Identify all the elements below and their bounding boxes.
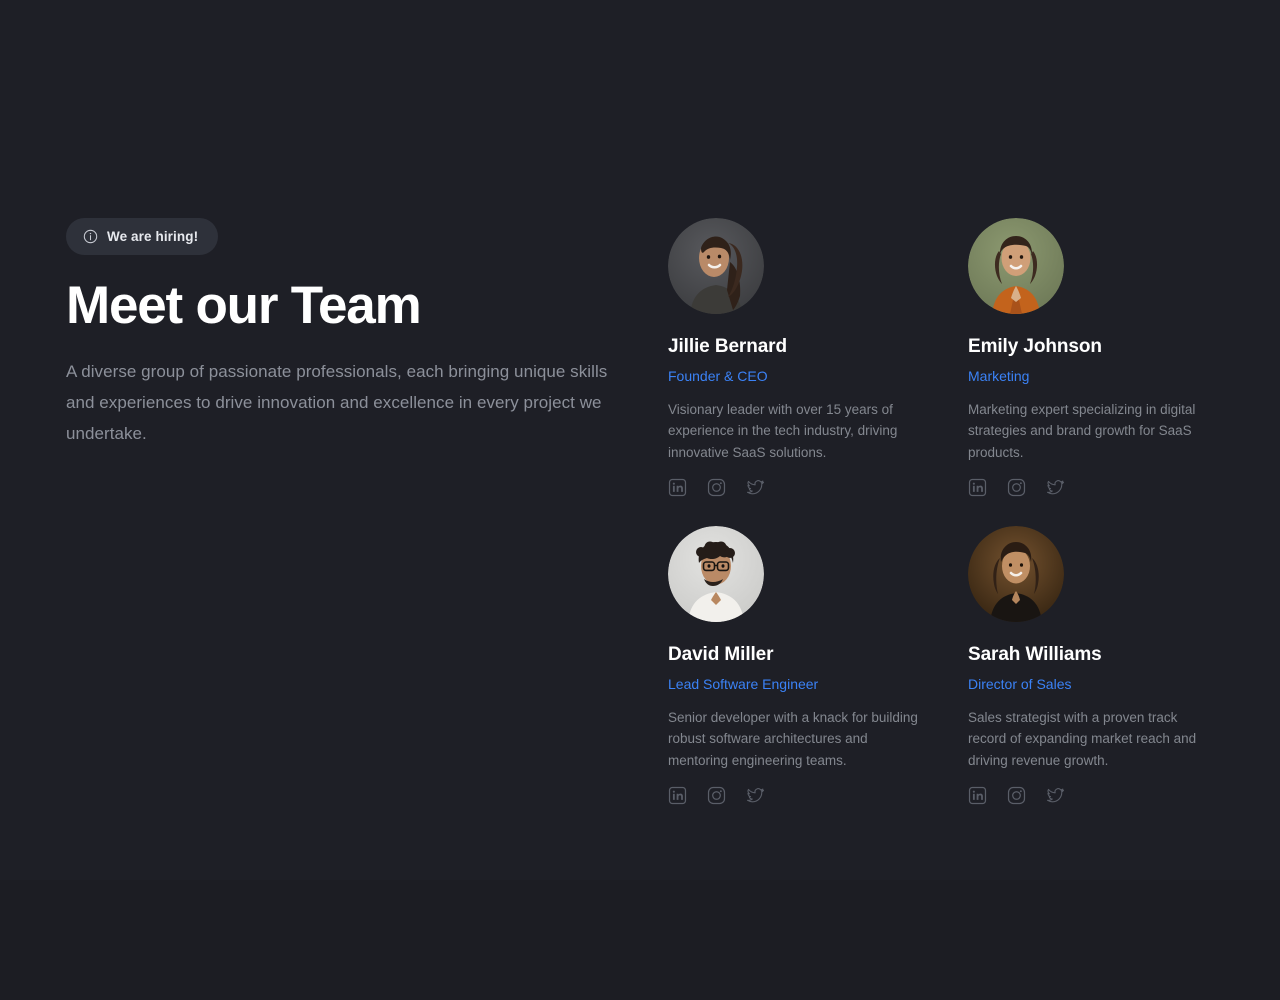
member-social-links xyxy=(668,786,915,805)
team-member-card: Sarah Williams Director of Sales Sales s… xyxy=(968,526,1215,834)
team-member-card: Jillie Bernard Founder & CEO Visionary l… xyxy=(668,218,915,526)
member-bio: Marketing expert specializing in digital… xyxy=(968,401,1196,460)
member-name: Emily Johnson xyxy=(968,336,1102,357)
intro-description: A diverse group of passionate profession… xyxy=(66,362,608,444)
member-role: Lead Software Engineer xyxy=(668,675,819,692)
member-social-links xyxy=(968,786,1215,805)
hiring-badge-label: We are hiring! xyxy=(107,229,199,244)
team-members-grid: Jillie Bernard Founder & CEO Visionary l… xyxy=(668,218,1228,834)
member-role: Founder & CEO xyxy=(668,367,768,384)
team-member-card: Emily Johnson Marketing Marketing expert… xyxy=(968,218,1215,526)
member-name: Sarah Williams xyxy=(968,644,1102,665)
hiring-badge[interactable]: We are hiring! xyxy=(66,218,219,255)
info-circle-icon xyxy=(83,229,98,244)
member-role: Marketing xyxy=(968,367,1030,384)
member-bio: Sales strategist with a proven track rec… xyxy=(968,709,1197,768)
member-social-links xyxy=(968,478,1215,497)
member-role: Director of Sales xyxy=(968,675,1072,692)
linkedin-icon[interactable] xyxy=(968,478,987,497)
avatar xyxy=(968,218,1064,314)
instagram-icon[interactable] xyxy=(1007,478,1026,497)
twitter-icon[interactable] xyxy=(1046,786,1065,805)
member-name: Jillie Bernard xyxy=(668,336,787,357)
instagram-icon[interactable] xyxy=(1007,786,1026,805)
instagram-icon[interactable] xyxy=(707,786,726,805)
twitter-icon[interactable] xyxy=(746,786,765,805)
member-name: David Miller xyxy=(668,644,774,665)
member-social-links xyxy=(668,478,915,497)
avatar xyxy=(968,526,1064,622)
page-content: We are hiring! Meet our Team A diverse g… xyxy=(0,0,1280,1000)
linkedin-icon[interactable] xyxy=(668,478,687,497)
twitter-icon[interactable] xyxy=(746,478,765,497)
twitter-icon[interactable] xyxy=(1046,478,1065,497)
linkedin-icon[interactable] xyxy=(668,786,687,805)
instagram-icon[interactable] xyxy=(707,478,726,497)
linkedin-icon[interactable] xyxy=(968,786,987,805)
avatar xyxy=(668,526,764,622)
member-bio: Senior developer with a knack for buildi… xyxy=(668,709,918,768)
team-member-card: David Miller Lead Software Engineer Seni… xyxy=(668,526,918,834)
team-page: We are hiring! Meet our Team A diverse g… xyxy=(0,0,1280,1000)
avatar xyxy=(668,218,764,314)
member-bio: Visionary leader with over 15 years of e… xyxy=(668,401,898,460)
page-title: Meet our Team xyxy=(66,276,422,335)
intro-column: We are hiring! Meet our Team A diverse g… xyxy=(66,218,626,449)
